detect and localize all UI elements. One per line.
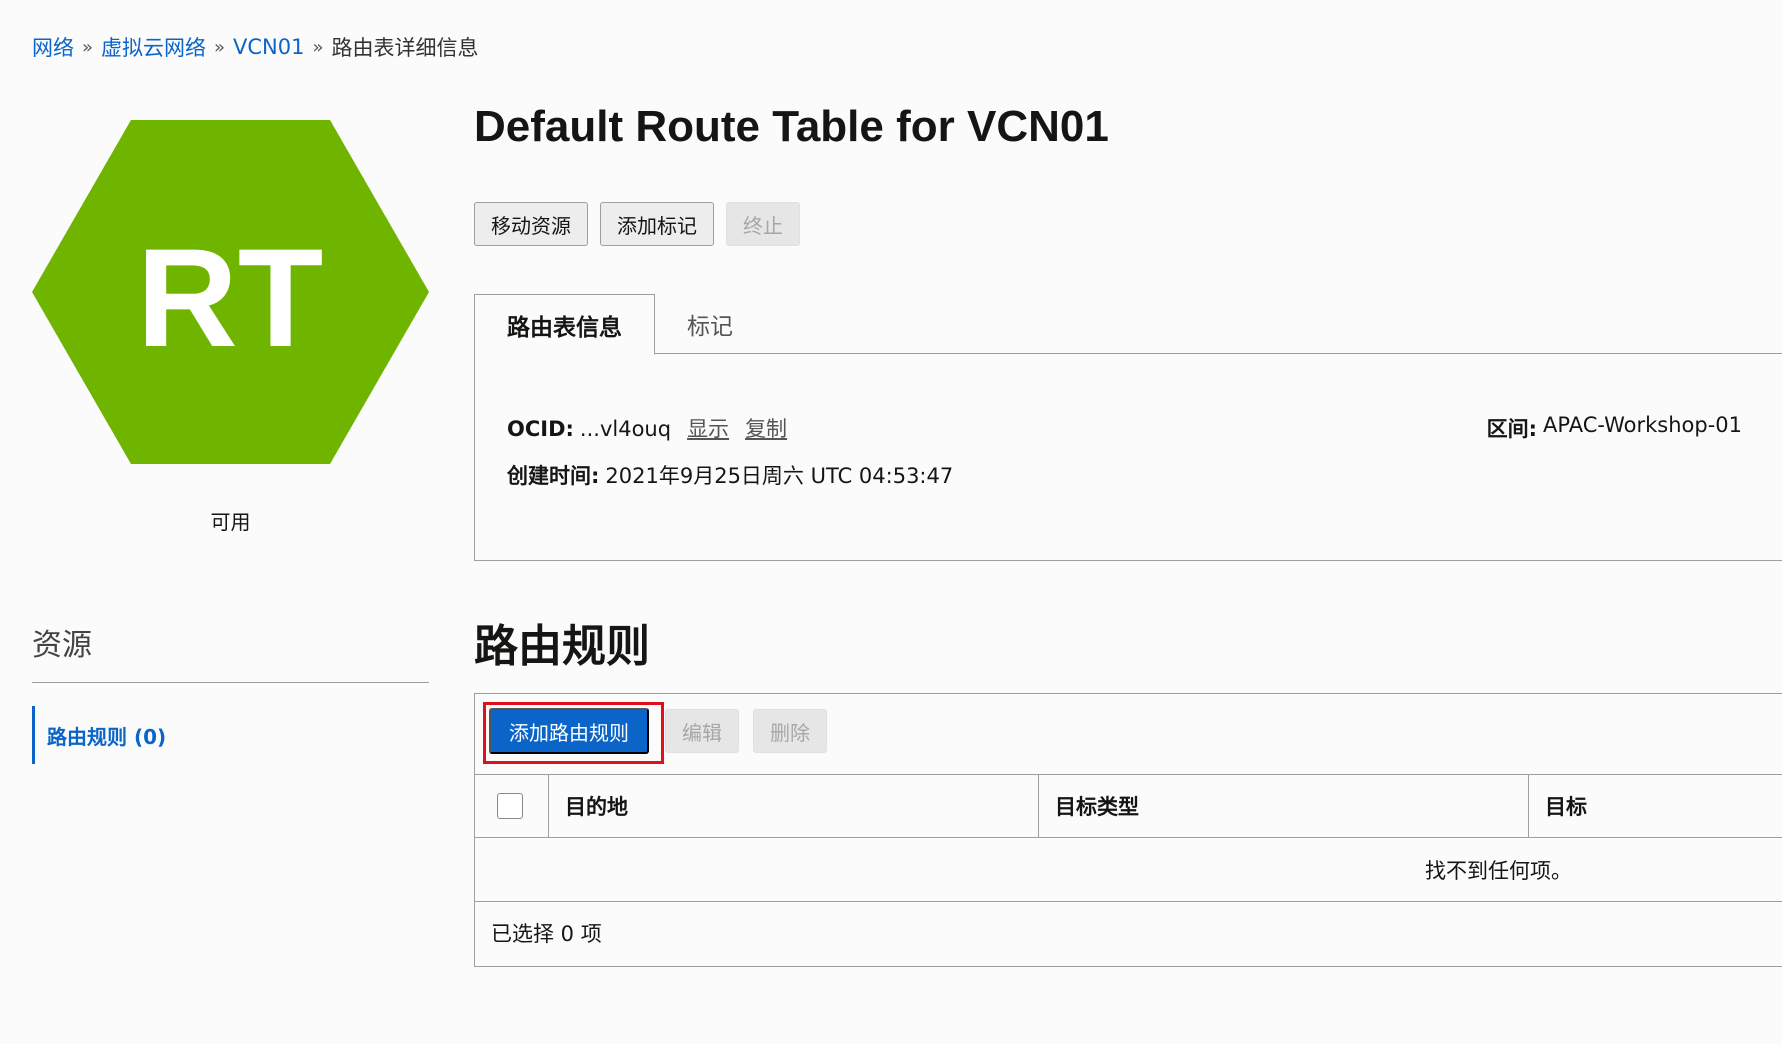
table-empty-row: 找不到任何项。	[475, 838, 1782, 902]
breadcrumb-current: 路由表详细信息	[331, 36, 479, 60]
breadcrumb-separator: »	[82, 36, 94, 58]
table-header: 目的地 目标类型 目标	[475, 774, 1782, 838]
route-table-info-panel: OCID: ...vl4ouq 显示 复制 创建时间: 2021年9月25日周六…	[474, 353, 1782, 561]
route-rules-table: 添加路由规则 编辑 删除 目的地 目标类型 目标 找不到任何项。 已选择 0 项	[474, 693, 1782, 967]
tab-tags[interactable]: 标记	[655, 294, 765, 354]
breadcrumb-link-vcn[interactable]: 虚拟云网络	[101, 32, 206, 62]
delete-button[interactable]: 删除	[753, 709, 827, 753]
select-all-checkbox[interactable]	[497, 793, 523, 819]
page-title: Default Route Table for VCN01	[474, 102, 1109, 151]
compartment-row: 区间: APAC-Workshop-01	[1487, 413, 1742, 443]
breadcrumb-link-networking[interactable]: 网络	[32, 32, 74, 62]
move-resource-button[interactable]: 移动资源	[474, 202, 588, 246]
breadcrumb-link-vcn01[interactable]: VCN01	[233, 35, 304, 59]
table-action-bar: 添加路由规则 编辑 删除	[489, 708, 827, 754]
route-rules-title: 路由规则	[474, 621, 650, 672]
ocid-value: ...vl4ouq	[579, 417, 672, 441]
column-header-destination[interactable]: 目的地	[549, 775, 1039, 837]
empty-message: 找不到任何项。	[1425, 858, 1572, 883]
ocid-row: OCID: ...vl4ouq 显示 复制	[507, 413, 787, 443]
resources-title: 资源	[32, 628, 92, 663]
breadcrumb: 网络 » 虚拟云网络 » VCN01 » 路由表详细信息	[32, 32, 479, 62]
resources-item-route-rules[interactable]: 路由规则 (0)	[32, 706, 166, 764]
resources-divider	[32, 682, 429, 683]
action-bar: 移动资源 添加标记 终止	[474, 202, 800, 246]
add-route-rule-button[interactable]: 添加路由规则	[489, 708, 649, 754]
column-header-target-type[interactable]: 目标类型	[1039, 775, 1529, 837]
compartment-value: APAC-Workshop-01	[1543, 413, 1742, 437]
terminate-button[interactable]: 终止	[726, 202, 800, 246]
created-label: 创建时间:	[507, 464, 600, 488]
resource-status: 可用	[210, 510, 251, 534]
column-header-target[interactable]: 目标	[1529, 775, 1782, 837]
ocid-label: OCID:	[507, 417, 574, 441]
add-tag-button[interactable]: 添加标记	[600, 202, 714, 246]
edit-button[interactable]: 编辑	[665, 709, 739, 753]
select-all-cell	[475, 775, 549, 837]
created-value: 2021年9月25日周六 UTC 04:53:47	[605, 464, 954, 488]
breadcrumb-separator: »	[312, 36, 324, 58]
resource-icon-letters: RT	[137, 219, 324, 376]
show-ocid-link[interactable]: 显示	[687, 413, 729, 443]
page: 网络 » 虚拟云网络 » VCN01 » 路由表详细信息 RT 可用 资源 路由…	[0, 0, 1782, 1044]
selected-count: 已选择 0 项	[491, 922, 602, 946]
copy-ocid-link[interactable]: 复制	[745, 413, 787, 443]
compartment-label: 区间:	[1486, 417, 1538, 441]
tab-route-table-info[interactable]: 路由表信息	[474, 294, 655, 355]
route-table-hexagon-icon: RT	[32, 120, 429, 464]
created-row: 创建时间: 2021年9月25日周六 UTC 04:53:47	[507, 460, 953, 490]
tab-bar: 路由表信息 标记	[474, 294, 1782, 355]
breadcrumb-separator: »	[214, 36, 226, 58]
